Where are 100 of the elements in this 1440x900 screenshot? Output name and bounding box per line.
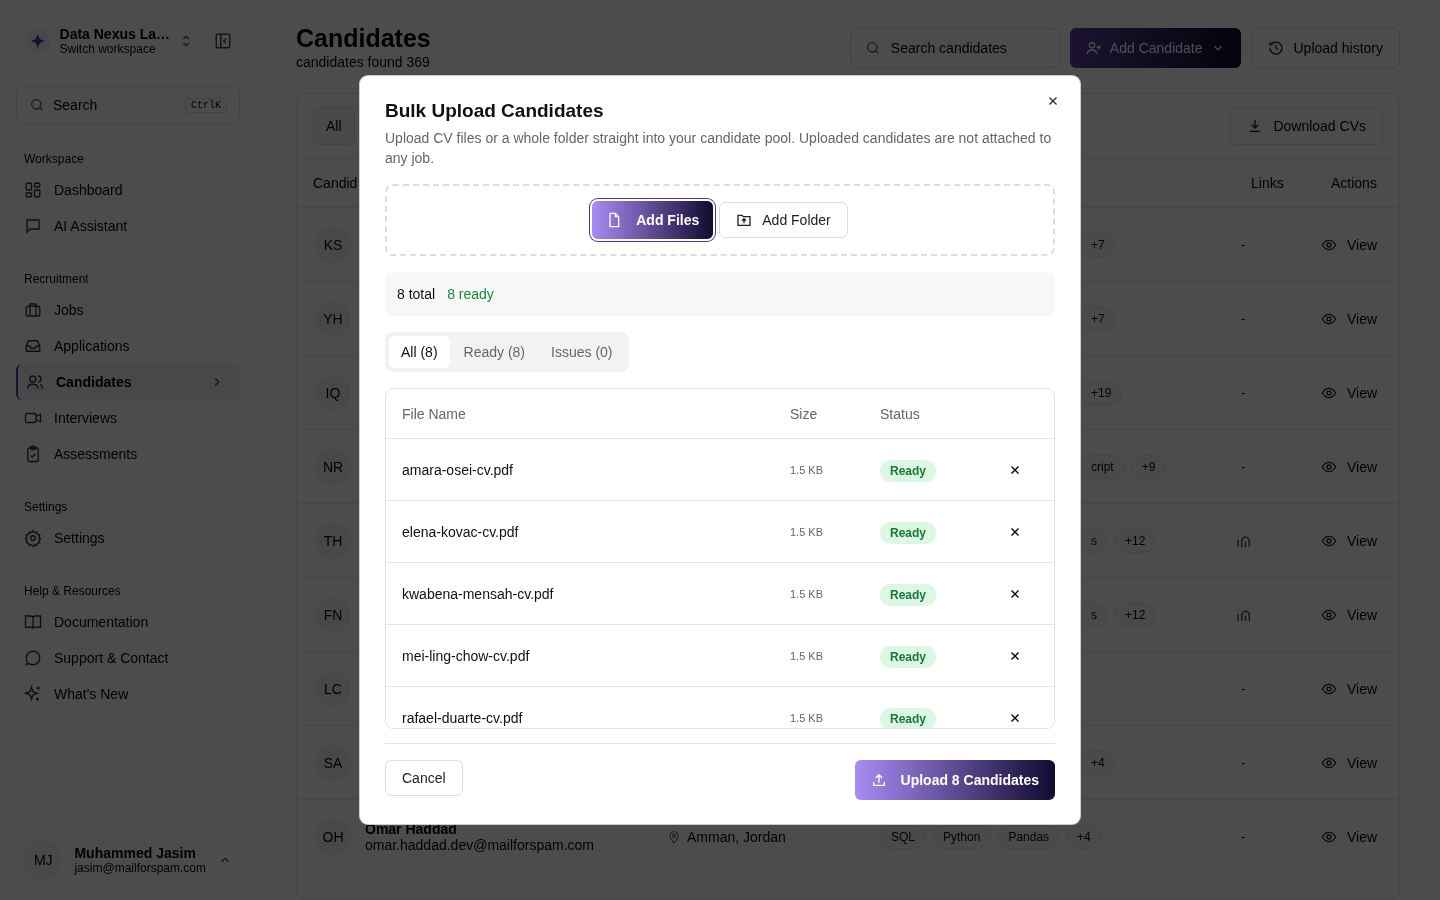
status-badge: Ready xyxy=(880,583,937,606)
view-button[interactable]: View xyxy=(1315,828,1384,845)
sparkle-icon xyxy=(24,685,42,703)
candidate-location: Amman, Jordan xyxy=(687,828,786,845)
location-pin-icon xyxy=(667,829,681,844)
candidate-avatar: NR xyxy=(315,448,351,485)
status-badge: Ready xyxy=(880,707,937,728)
column-header: Status xyxy=(880,405,921,422)
view-button[interactable]: View xyxy=(1315,680,1384,697)
status-badge: Ready xyxy=(880,459,937,482)
search-field[interactable]: Search candidates xyxy=(849,28,1060,68)
shortcut-key: CtrlK xyxy=(185,97,227,113)
ready-count: 8 ready xyxy=(447,286,494,302)
search-icon xyxy=(29,97,45,113)
workspace-name[interactable]: Data Nexus La… xyxy=(59,26,170,42)
nav-item[interactable]: Applications xyxy=(16,328,240,364)
status-badge: Ready xyxy=(880,645,937,668)
add-files-button[interactable]: Add Files xyxy=(592,201,714,239)
view-button[interactable]: View xyxy=(1315,310,1384,327)
section-title: Recruitment xyxy=(24,272,90,286)
file-size: 1.5 KB xyxy=(790,525,825,538)
users-icon xyxy=(26,373,44,391)
file-size: 1.5 KB xyxy=(790,587,825,600)
upload-button[interactable]: Upload 8 Candidates xyxy=(854,760,1055,800)
upload-icon xyxy=(870,772,887,788)
view-button[interactable]: View xyxy=(1315,384,1384,401)
candidate-avatar: KS xyxy=(315,226,351,263)
skill-tag: cript xyxy=(1080,454,1125,479)
drop-zone[interactable]: Add Files Add Folder xyxy=(385,184,1055,256)
section-title: Settings xyxy=(24,500,69,514)
file-name: rafael-duarte-cv.pdf xyxy=(402,709,524,726)
nav-item[interactable]: Documentation xyxy=(16,604,240,640)
nav-item[interactable]: Settings xyxy=(16,520,240,556)
nav-item[interactable]: Assessments xyxy=(16,436,240,472)
sidebar-toggle-icon[interactable] xyxy=(214,32,232,50)
search-icon xyxy=(864,40,881,56)
candidate-avatar: FN xyxy=(315,596,351,633)
page-subtitle: candidates found 369 xyxy=(296,54,431,70)
filter-tab[interactable]: Issues (0) xyxy=(539,336,625,368)
file-name: amara-osei-cv.pdf xyxy=(402,461,514,478)
status-badge: Ready xyxy=(880,521,937,544)
grid-icon xyxy=(24,181,42,199)
candidate-avatar: IQ xyxy=(315,374,351,411)
section-title: Workspace xyxy=(24,152,85,166)
file-name: kwabena-mensah-cv.pdf xyxy=(402,585,555,602)
skill-tag: s xyxy=(1080,528,1108,553)
view-button[interactable]: View xyxy=(1315,754,1384,771)
user-plus-icon xyxy=(1085,40,1102,56)
dialog-description: Upload CV files or a whole folder straight into your candidate pool. Uploaded candidates are not attached to any job. xyxy=(385,129,1053,168)
workspace-subtitle: Switch workspace xyxy=(59,42,157,56)
skill-tag: s xyxy=(1080,602,1108,627)
chat-icon xyxy=(24,649,42,667)
total-count: 8 total xyxy=(397,286,436,302)
filter-tab[interactable]: Ready (8) xyxy=(451,336,538,368)
nav-item[interactable]: Jobs xyxy=(16,292,240,328)
dialog-title: Bulk Upload Candidates xyxy=(385,100,605,122)
section-title: Help & Resources xyxy=(24,584,122,598)
nav-item[interactable]: AI Assistant xyxy=(16,208,240,244)
skill-tag: +7 xyxy=(1080,232,1116,257)
search-field[interactable]: Search CtrlK xyxy=(16,86,240,124)
file-name: mei-ling-chow-cv.pdf xyxy=(402,647,531,664)
candidate-avatar: TH xyxy=(315,522,351,559)
file-size: 1.5 KB xyxy=(790,649,825,662)
skill-tag: +4 xyxy=(1066,824,1102,849)
nav-item[interactable]: What's New xyxy=(16,676,240,712)
skill-tag: +4 xyxy=(1080,750,1116,775)
nav-item[interactable]: Support & Contact xyxy=(16,640,240,676)
file-size: 1.5 KB xyxy=(790,463,825,476)
skill-tag: Python xyxy=(932,824,992,849)
cancel-button[interactable]: Cancel xyxy=(385,760,463,796)
candidate-avatar: SA xyxy=(315,744,351,781)
clipboard-icon xyxy=(24,445,42,463)
view-button[interactable]: View xyxy=(1315,236,1384,253)
user-email: jasim@mailforspam.com xyxy=(74,861,206,875)
nav-item[interactable]: Dashboard xyxy=(16,172,240,208)
skill-tag: +19 xyxy=(1080,380,1123,405)
view-button[interactable]: View xyxy=(1315,606,1384,623)
folder-upload-icon xyxy=(736,212,753,228)
column-header: Links xyxy=(1251,175,1285,191)
candidate-email: omar.haddad.dev@mailforspam.com xyxy=(365,836,595,853)
file-name: elena-kovac-cv.pdf xyxy=(402,523,520,540)
view-button[interactable]: View xyxy=(1315,532,1384,549)
view-button[interactable]: View xyxy=(1315,458,1384,475)
column-header: Candid xyxy=(312,175,359,191)
filter-tab[interactable]: All xyxy=(313,107,355,145)
download-cvs-button[interactable]: Download CVs xyxy=(1230,107,1383,145)
upload-history-button[interactable]: Upload history xyxy=(1250,28,1400,68)
nav-item[interactable]: Candidates xyxy=(16,364,240,400)
filter-tab[interactable]: All (8) xyxy=(389,336,450,368)
file-size: 1.5 KB xyxy=(790,711,825,724)
skill-tag: +12 xyxy=(1114,528,1157,553)
column-header: File Name xyxy=(402,405,467,422)
add-folder-button[interactable]: Add Folder xyxy=(719,202,848,238)
nav-item[interactable]: Interviews xyxy=(16,400,240,436)
candidate-avatar: YH xyxy=(315,300,351,337)
skill-tag: +12 xyxy=(1114,602,1157,627)
skill-tag: SQL xyxy=(880,824,926,849)
candidate-avatar: OH xyxy=(315,818,351,855)
user-name: Muhammed Jasim xyxy=(74,845,197,861)
briefcase-icon xyxy=(24,301,42,319)
